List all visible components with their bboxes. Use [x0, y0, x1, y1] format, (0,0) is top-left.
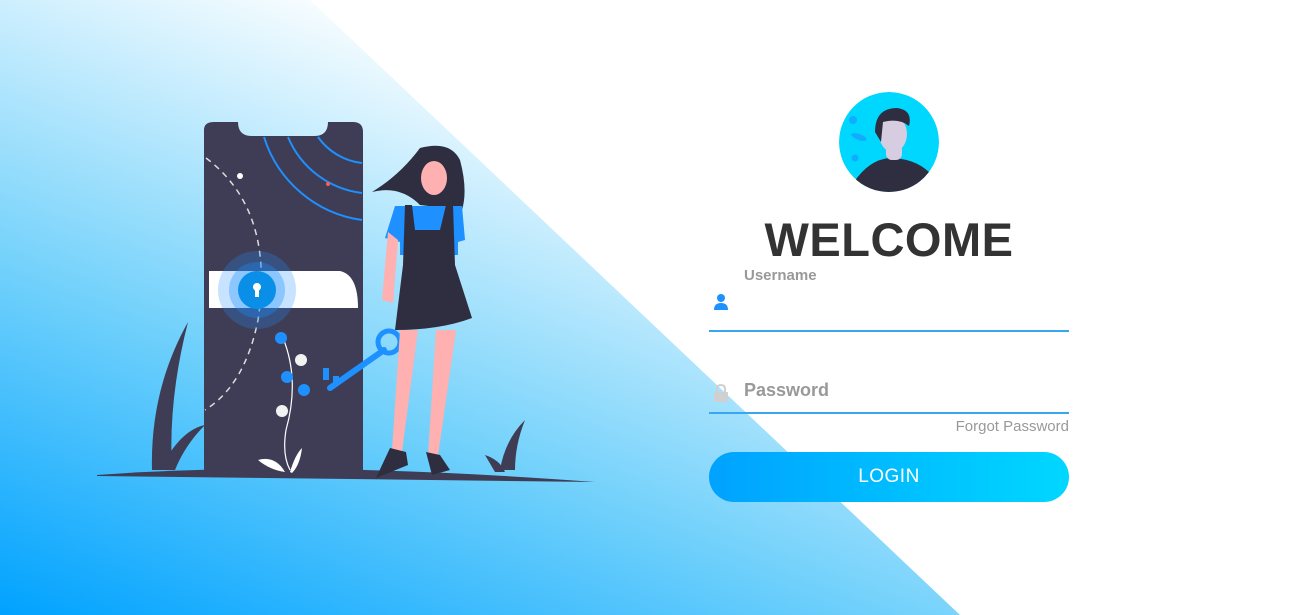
user-avatar-icon [839, 92, 939, 192]
username-field: Username [709, 267, 1069, 332]
lock-icon [714, 384, 728, 402]
login-form: WELCOME Username Forgot Password LOGIN [709, 92, 1069, 502]
user-icon [714, 294, 728, 310]
login-button[interactable]: LOGIN [709, 452, 1069, 502]
page-title: WELCOME [764, 213, 1014, 266]
password-field [709, 358, 1069, 414]
security-illustration [97, 122, 595, 482]
forgot-password-link[interactable]: Forgot Password [709, 418, 1069, 436]
password-input[interactable] [744, 368, 1069, 412]
girl-hair [372, 145, 465, 210]
username-input[interactable] [744, 281, 1069, 325]
